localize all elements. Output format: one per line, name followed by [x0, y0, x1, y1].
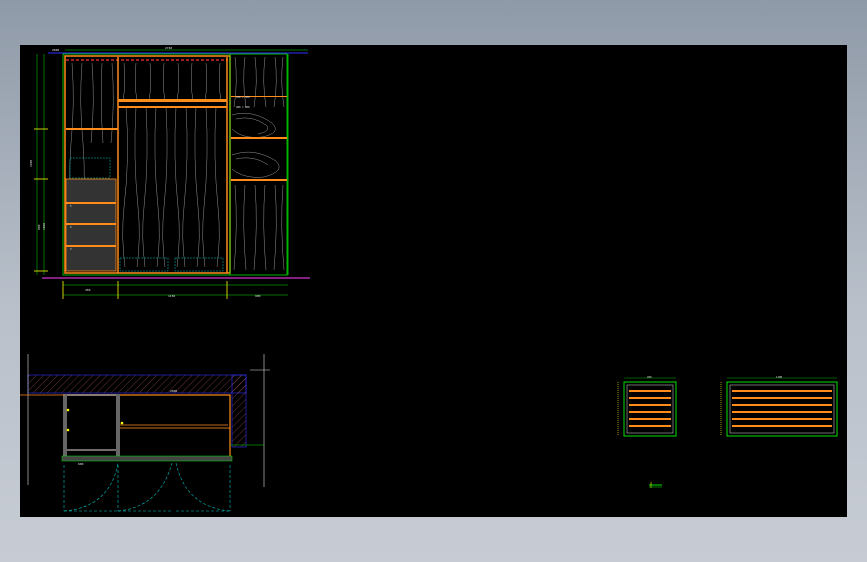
plan-cabinet — [64, 394, 231, 458]
detail-left: 450 — [617, 375, 677, 437]
detail-left-label: 450 — [647, 375, 652, 379]
plan-width-dim: 2600 — [170, 389, 177, 393]
drawer-divider-2 — [66, 223, 116, 225]
wall-right — [231, 374, 247, 448]
plan-depth-dim: 600 — [78, 462, 84, 466]
hanging-rail — [118, 99, 227, 102]
wall-top — [27, 374, 247, 394]
left-shelf-1 — [66, 128, 118, 130]
detail-right-label: 1100 — [776, 375, 783, 379]
dashed-box — [69, 157, 111, 179]
side-dim: 1800 — [42, 223, 46, 230]
drawer-divider-3 — [66, 245, 116, 247]
right-shelf-2 — [231, 179, 287, 181]
anchor-dot — [66, 428, 70, 432]
shoe-box-2 — [174, 257, 224, 272]
shelf-label: 480 x 600 — [236, 105, 250, 109]
plan-door-track — [61, 455, 233, 462]
right-shelf-1 — [231, 137, 287, 139]
rail-shelf — [118, 106, 227, 108]
side-dim: 2400 — [29, 160, 33, 167]
anchor-dot — [120, 421, 124, 425]
plan-shelf — [117, 394, 231, 429]
detail-left-slats — [629, 390, 671, 427]
bottom-dim: 1150 — [168, 294, 175, 298]
door-swings — [63, 462, 231, 512]
wardrobe-plan: 2600 600 — [20, 354, 270, 512]
drawer-divider-1 — [66, 202, 116, 204]
plan-mid-panel — [116, 394, 120, 456]
cad-drawing: 450 x 300 480 x 600 5 4 3 2600 2740 2400… — [20, 46, 838, 512]
wardrobe-elevation: 450 x 300 480 x 600 5 4 3 2600 2740 2400… — [29, 46, 310, 299]
bottom-dim: 450 — [85, 288, 91, 292]
cad-canvas[interactable]: 450 x 300 480 x 600 5 4 3 2600 2740 2400… — [20, 45, 847, 517]
anchor-dot — [66, 408, 70, 412]
side-dim: 900 — [37, 224, 41, 230]
top-dim: 2740 — [165, 46, 172, 50]
detail-right: 1100 — [720, 375, 838, 437]
bottom-dim: 900 — [255, 294, 261, 298]
small-marker — [649, 482, 662, 488]
plan-side-panel — [63, 394, 67, 456]
detail-right-slats — [732, 390, 832, 427]
plan-left-bay — [64, 394, 118, 451]
shelf-label: 450 x 300 — [236, 95, 250, 99]
top-dim: 2600 — [52, 48, 59, 52]
